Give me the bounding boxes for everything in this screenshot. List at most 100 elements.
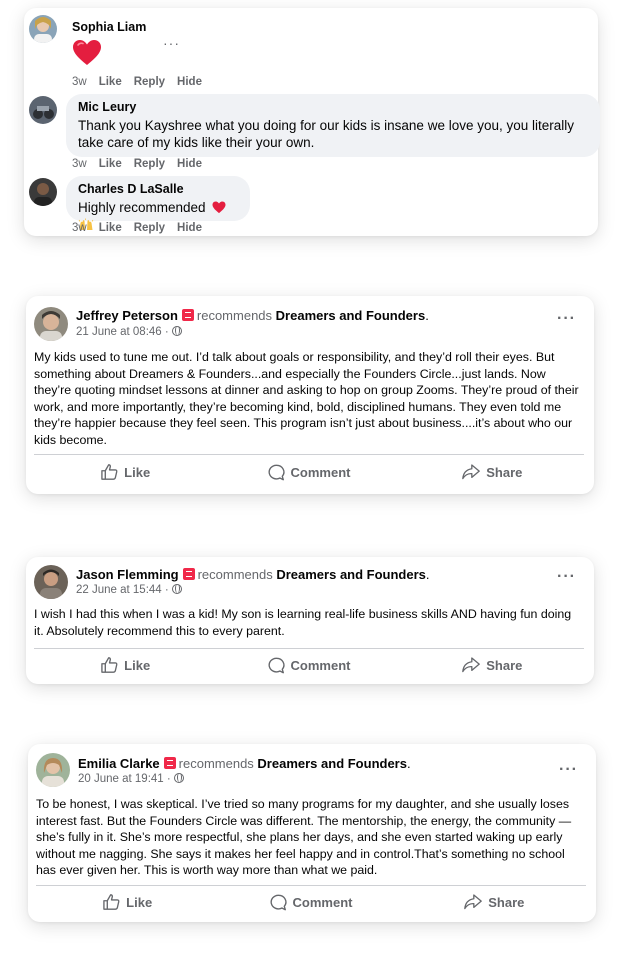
post-header: Jason Flemming recommends Dreamers and Fo… — [26, 557, 594, 607]
comment-bubble: Charles D LaSalle Highly recommended — [66, 176, 250, 230]
heart-emoji-icon — [212, 201, 226, 214]
post-author[interactable]: Jason Flemming — [76, 567, 179, 582]
comment-author[interactable]: Mic Leury — [78, 100, 588, 114]
like-button[interactable]: Like — [34, 650, 217, 680]
avatar[interactable] — [29, 178, 57, 206]
like-label: Like — [124, 657, 151, 673]
comment-author[interactable]: Charles D LaSalle — [78, 182, 238, 196]
reply-link[interactable]: Reply — [134, 76, 165, 88]
review-post: Jeffrey Peterson recommends Dreamers and … — [26, 296, 594, 494]
recommend-flag-icon — [163, 757, 176, 769]
comment-label: Comment — [290, 657, 351, 673]
share-arrow-icon — [464, 894, 483, 910]
comment-text-content: Highly recommended — [78, 200, 206, 215]
share-arrow-icon — [462, 464, 481, 480]
post-actions: Like Comment Share — [34, 457, 584, 487]
divider — [34, 648, 584, 649]
post-actions: Like Comment Share — [36, 887, 586, 917]
review-post: Jason Flemming recommends Dreamers and Fo… — [26, 557, 594, 684]
comment-button[interactable]: Comment — [217, 650, 400, 680]
recommends-label: recommends — [197, 567, 273, 582]
comment-actions: 3w Like Reply Hide — [72, 76, 214, 88]
post-title: Jason Flemming recommends Dreamers and Fo… — [76, 567, 430, 582]
comment-button[interactable]: Comment — [217, 457, 400, 487]
like-link[interactable]: Like — [99, 222, 122, 234]
hide-link[interactable]: Hide — [177, 158, 202, 170]
post-author[interactable]: Emilia Clarke — [78, 756, 160, 771]
post-author[interactable]: Jeffrey Peterson — [76, 308, 178, 323]
like-button[interactable]: Like — [36, 887, 219, 917]
more-options-icon[interactable]: ··· — [559, 761, 578, 779]
page-link[interactable]: Dreamers and Founders — [276, 308, 426, 323]
page-link[interactable]: Dreamers and Founders — [257, 756, 407, 771]
comment-label: Comment — [292, 894, 353, 910]
post-date[interactable]: 21 June at 08:46 · — [76, 326, 182, 338]
comment-time: 3w — [72, 158, 87, 170]
comment-time: 3w — [72, 76, 87, 88]
divider — [34, 454, 584, 455]
avatar[interactable] — [34, 307, 68, 341]
share-button[interactable]: Share — [401, 457, 584, 487]
globe-icon — [173, 773, 184, 783]
like-link[interactable]: Like — [99, 76, 122, 88]
more-options-icon[interactable]: ··· — [163, 35, 180, 51]
like-link[interactable]: Like — [99, 158, 122, 170]
comment-bubble-icon — [268, 657, 285, 673]
post-actions: Like Comment Share — [34, 650, 584, 680]
recommend-flag-icon — [182, 568, 195, 580]
recommend-flag-icon — [181, 309, 194, 321]
thumbs-up-icon — [101, 657, 118, 673]
comment-label: Comment — [290, 464, 351, 480]
post-date[interactable]: 20 June at 19:41 · — [78, 773, 184, 785]
comment-actions: 3w Like Reply Hide — [72, 222, 214, 234]
avatar[interactable] — [36, 753, 70, 787]
post-title: Jeffrey Peterson recommends Dreamers and … — [76, 308, 429, 323]
post-header: Emilia Clarke recommends Dreamers and Fou… — [28, 744, 596, 794]
more-options-icon[interactable]: ··· — [557, 568, 576, 586]
post-text: I wish I had this when I was a kid! My s… — [34, 607, 572, 638]
globe-icon — [171, 326, 182, 336]
recommends-label: recommends — [196, 308, 273, 323]
post-header: Jeffrey Peterson recommends Dreamers and … — [26, 296, 594, 346]
avatar[interactable] — [29, 96, 57, 124]
more-options-icon[interactable]: ··· — [557, 310, 576, 328]
thumbs-up-icon — [103, 894, 120, 910]
share-button[interactable]: Share — [403, 887, 586, 917]
hide-link[interactable]: Hide — [177, 222, 202, 234]
comment-text: Thank you Kayshree what you doing for ou… — [78, 118, 575, 150]
review-post: Emilia Clarke recommends Dreamers and Fou… — [28, 744, 596, 922]
comment-bubble-icon — [268, 464, 285, 480]
post-date-text: 22 June at 15:44 · — [76, 584, 169, 596]
comment-actions: 3w Like Reply Hide — [72, 158, 214, 170]
reply-link[interactable]: Reply — [134, 222, 165, 234]
post-title: Emilia Clarke recommends Dreamers and Fou… — [78, 756, 411, 771]
share-button[interactable]: Share — [401, 650, 584, 680]
avatar[interactable] — [34, 565, 68, 599]
share-label: Share — [486, 464, 523, 480]
comment-author[interactable]: Sophia Liam — [72, 20, 146, 34]
globe-icon — [171, 584, 182, 594]
like-label: Like — [124, 464, 151, 480]
page-link[interactable]: Dreamers and Founders — [276, 567, 426, 582]
share-arrow-icon — [462, 657, 481, 673]
reply-link[interactable]: Reply — [134, 158, 165, 170]
comment-bubble: Mic Leury Thank you Kayshree what you do… — [66, 94, 600, 157]
comments-card: Sophia Liam ··· 3w Like Reply Hide Mic Leur… — [24, 8, 600, 236]
avatar[interactable] — [29, 15, 57, 43]
comment-time: 3w — [72, 222, 87, 234]
post-text: To be honest, I was skeptical. I’ve trie… — [36, 797, 572, 877]
share-label: Share — [488, 894, 525, 910]
divider — [36, 885, 586, 886]
post-date-text: 20 June at 19:41 · — [78, 773, 171, 785]
thumbs-up-icon — [101, 464, 118, 480]
comment-bubble-icon — [270, 894, 287, 910]
comment-button[interactable]: Comment — [219, 887, 402, 917]
post-text: My kids used to tune me out. I’d talk ab… — [34, 350, 579, 447]
post-date[interactable]: 22 June at 15:44 · — [76, 584, 182, 596]
like-button[interactable]: Like — [34, 457, 217, 487]
share-label: Share — [486, 657, 523, 673]
post-date-text: 21 June at 08:46 · — [76, 326, 169, 338]
recommends-label: recommends — [178, 756, 254, 771]
hide-link[interactable]: Hide — [177, 76, 202, 88]
like-label: Like — [126, 894, 153, 910]
